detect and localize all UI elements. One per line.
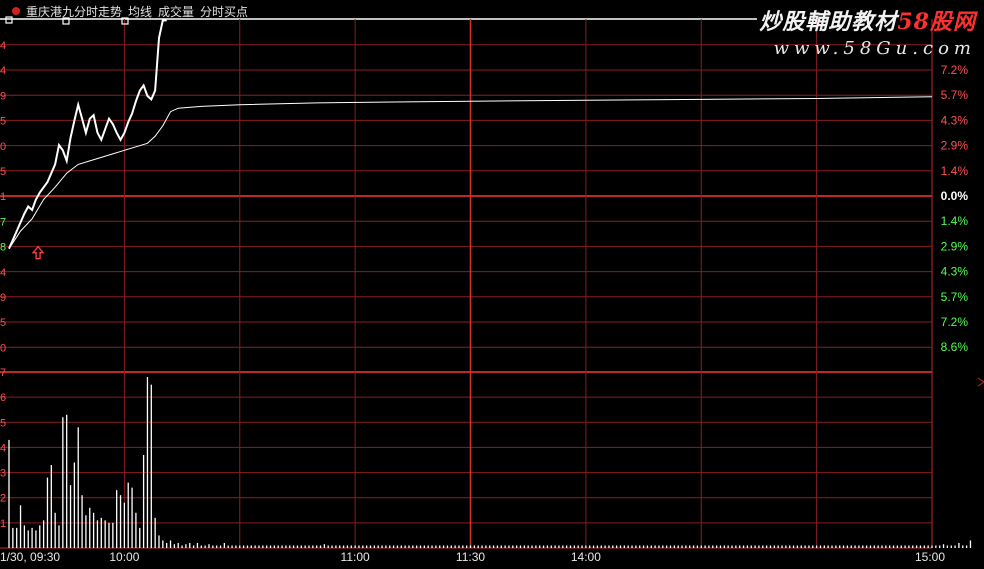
time-label: 1/30, 09:30 — [0, 550, 60, 564]
pct-label-down: 1.4% — [941, 214, 969, 228]
price-line — [8, 19, 167, 250]
time-label: 10:00 — [109, 550, 139, 564]
left-volume-stub: 1 — [0, 518, 6, 530]
pct-label-up: 4.3% — [941, 113, 969, 127]
left-volume-stub: 2 — [0, 493, 6, 505]
chart-canvas[interactable]: 7.2% 5.7% 4.3% 2.9% 1.4% 0.0% 1.4% 2.9% 4.3% 5.7%… — [0, 0, 984, 565]
site-watermark: 炒股輔助教材58股网 www.58Gu.com — [759, 4, 976, 59]
chart-title-bar: 重庆港九分时走势 均线 成交量 分时买点 — [0, 2, 248, 20]
watermark-brand: 58股网 — [897, 9, 976, 35]
left-volume-stub: 7 — [0, 367, 6, 379]
watermark-prefix: 炒股輔助教材 — [759, 9, 898, 35]
left-volume-stub: 6 — [0, 392, 6, 404]
pct-label-up: 5.7% — [941, 88, 969, 102]
pct-label-zero: 0.0% — [941, 189, 969, 203]
left-price-stub: 0 — [0, 141, 6, 153]
pct-label-down: 5.7% — [941, 290, 969, 304]
left-price-stub: 4 — [0, 267, 6, 279]
pct-label-down: 8.6% — [941, 340, 969, 354]
pct-label-down: 4.3% — [941, 265, 969, 279]
left-price-stub: 1 — [0, 191, 6, 203]
watermark-url: www.58Gu.com — [773, 38, 976, 59]
left-price-stub: 0 — [0, 342, 6, 354]
time-label: 11:30 — [456, 550, 485, 564]
left-price-stub: 5 — [0, 166, 6, 178]
left-volume-stub: 5 — [0, 417, 6, 429]
indicator-dot-icon[interactable] — [12, 7, 20, 15]
buy-arrow-icon — [31, 245, 45, 260]
legend-avg-line[interactable]: 均线 — [128, 3, 152, 20]
left-price-stub: 5 — [0, 317, 6, 329]
pct-label-down: 7.2% — [941, 315, 969, 329]
intraday-chart-window: 7.2% 5.7% 4.3% 2.9% 1.4% 0.0% 1.4% 2.9% 4.3% 5.7%… — [0, 0, 984, 565]
time-label: 14:00 — [571, 550, 601, 564]
indicator-title[interactable]: 重庆港九分时走势 — [26, 3, 122, 20]
pct-label-down: 2.9% — [941, 239, 969, 253]
pct-label-up: 7.2% — [941, 63, 969, 77]
legend-buy-point[interactable]: 分时买点 — [200, 3, 248, 20]
pct-label-up: 1.4% — [941, 164, 969, 178]
left-price-stub: 7 — [0, 216, 6, 228]
time-label: 15:00 — [915, 550, 945, 564]
legend-volume[interactable]: 成交量 — [158, 3, 194, 20]
left-price-stub: 5 — [0, 116, 6, 128]
pct-label-up: 2.9% — [941, 139, 969, 153]
left-price-stub: 4 — [0, 40, 6, 52]
left-price-stub: 8 — [0, 242, 6, 254]
time-label: 11:00 — [341, 550, 370, 564]
left-price-stub: 4 — [0, 65, 6, 77]
watermark-title: 炒股輔助教材58股网 — [759, 4, 976, 36]
left-price-stub: 9 — [0, 292, 6, 304]
left-volume-stub: 4 — [0, 442, 6, 454]
scroll-right-icon[interactable] — [977, 377, 984, 387]
left-price-stub: 9 — [0, 90, 6, 102]
left-volume-stub: 3 — [0, 468, 6, 480]
